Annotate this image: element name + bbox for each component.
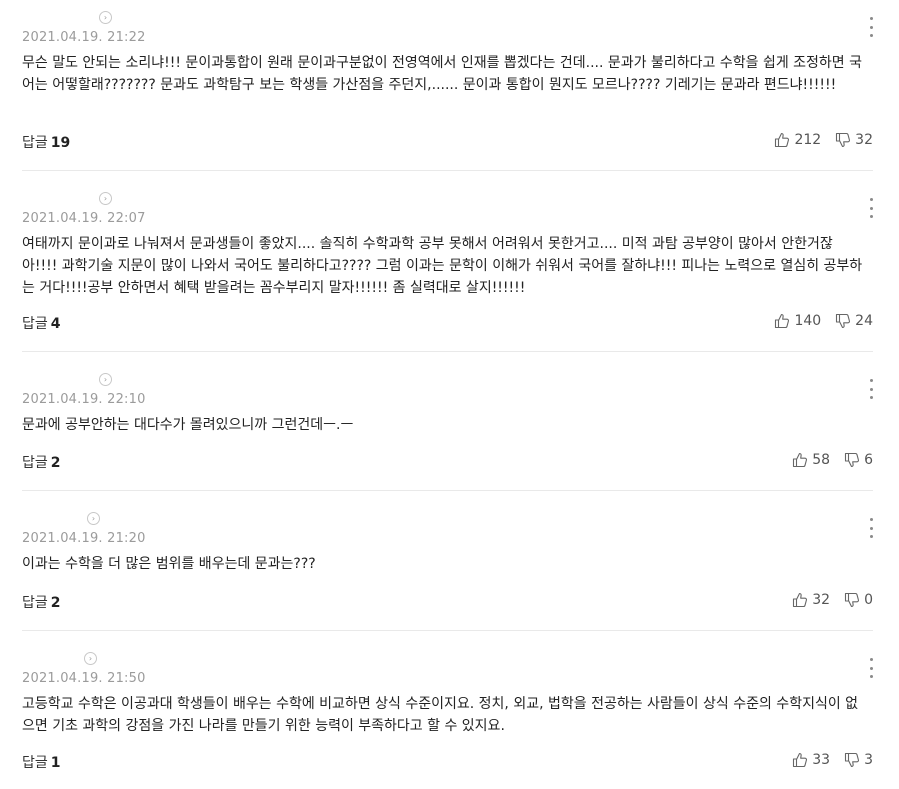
reply-label: 답글 bbox=[22, 455, 48, 471]
reply-label: 답글 bbox=[22, 316, 48, 332]
chevron-right-circle-icon[interactable]: › bbox=[84, 652, 97, 665]
thumbs-up-icon bbox=[775, 313, 790, 329]
reply-count: 2 bbox=[50, 455, 61, 471]
comment-date: 2021.04.19. 21:22 bbox=[22, 30, 146, 45]
comment-footer: 답글 19 212 32 bbox=[22, 132, 873, 152]
chevron-right-circle-icon[interactable]: › bbox=[99, 373, 112, 386]
dislike-button[interactable]: 0 bbox=[844, 592, 873, 608]
comment-footer: 답글 1 33 3 bbox=[22, 752, 873, 772]
thumbs-up-icon bbox=[793, 452, 808, 468]
dislike-count: 6 bbox=[864, 452, 873, 468]
vote-group: 212 32 bbox=[774, 132, 873, 148]
comment-date: 2021.04.19. 21:50 bbox=[22, 671, 146, 686]
thumbs-up-icon bbox=[793, 592, 808, 608]
comment-footer: 답글 2 58 6 bbox=[22, 452, 873, 472]
thumbs-down-icon bbox=[845, 452, 860, 468]
thumbs-up-icon bbox=[793, 752, 808, 768]
dislike-count: 24 bbox=[855, 313, 873, 329]
reply-button[interactable]: 답글 2 bbox=[22, 592, 61, 612]
more-options-icon[interactable] bbox=[867, 17, 875, 37]
like-button[interactable]: 58 bbox=[792, 452, 830, 468]
like-count: 58 bbox=[812, 452, 831, 468]
dislike-button[interactable]: 6 bbox=[844, 452, 873, 468]
comment-text: 문과에 공부안하는 대다수가 몰려있으니까 그런건데ㅡ.ㅡ bbox=[22, 417, 354, 433]
more-options-icon[interactable] bbox=[867, 379, 875, 399]
thumbs-down-icon bbox=[845, 592, 860, 608]
reply-label: 답글 bbox=[22, 135, 48, 151]
like-button[interactable]: 33 bbox=[792, 752, 830, 768]
comment-text: 여태까지 문이과로 나눠져서 문과생들이 좋았지.... 솔직히 수학과학 공부… bbox=[22, 236, 863, 296]
chevron-right-circle-icon[interactable]: › bbox=[87, 512, 100, 525]
divider bbox=[22, 630, 873, 631]
reply-button[interactable]: 답글 2 bbox=[22, 452, 61, 472]
dislike-count: 3 bbox=[864, 752, 873, 768]
comment-author[interactable]: › bbox=[22, 9, 122, 27]
like-button[interactable]: 212 bbox=[774, 132, 821, 148]
divider bbox=[22, 170, 873, 171]
comment-text: 무슨 말도 안되는 소리냐!!! 문이과통합이 원래 문이과구분없이 전영역에서… bbox=[22, 55, 862, 93]
more-options-icon[interactable] bbox=[867, 658, 875, 678]
vote-group: 58 6 bbox=[792, 452, 873, 468]
vote-group: 140 24 bbox=[774, 313, 873, 329]
more-options-icon[interactable] bbox=[867, 518, 875, 538]
divider bbox=[22, 351, 873, 352]
comment-author[interactable]: › bbox=[22, 190, 122, 208]
comment-author[interactable]: › bbox=[22, 371, 122, 389]
reply-button[interactable]: 답글 19 bbox=[22, 132, 70, 152]
comment-author[interactable]: › bbox=[22, 510, 122, 528]
comment-list: › 2021.04.19. 21:22 무슨 말도 안되는 소리냐!!! 문이과… bbox=[0, 0, 899, 789]
dislike-count: 0 bbox=[864, 592, 873, 608]
thumbs-down-icon bbox=[836, 132, 851, 148]
thumbs-down-icon bbox=[845, 752, 860, 768]
reply-button[interactable]: 답글 4 bbox=[22, 313, 61, 333]
comment-text: 이과는 수학을 더 많은 범위를 배우는데 문과는??? bbox=[22, 556, 316, 572]
more-options-icon[interactable] bbox=[867, 198, 875, 218]
dislike-button[interactable]: 24 bbox=[835, 313, 873, 329]
like-count: 212 bbox=[794, 132, 822, 148]
reply-button[interactable]: 답글 1 bbox=[22, 752, 61, 772]
vote-group: 32 0 bbox=[792, 592, 873, 608]
comment-footer: 답글 4 140 24 bbox=[22, 313, 873, 333]
thumbs-up-icon bbox=[775, 132, 790, 148]
dislike-count: 32 bbox=[855, 132, 873, 148]
comment-date: 2021.04.19. 22:10 bbox=[22, 392, 146, 407]
like-count: 33 bbox=[812, 752, 831, 768]
reply-label: 답글 bbox=[22, 595, 48, 611]
reply-count: 19 bbox=[50, 135, 71, 151]
thumbs-down-icon bbox=[836, 313, 851, 329]
reply-label: 답글 bbox=[22, 755, 48, 771]
comment-date: 2021.04.19. 21:20 bbox=[22, 531, 146, 546]
chevron-right-circle-icon[interactable]: › bbox=[99, 192, 112, 205]
vote-group: 33 3 bbox=[792, 752, 873, 768]
like-count: 32 bbox=[812, 592, 831, 608]
comment-text: 고등학교 수학은 이공과대 학생들이 배우는 수학에 비교하면 상식 수준이지요… bbox=[22, 696, 859, 734]
like-count: 140 bbox=[794, 313, 822, 329]
comment-author[interactable]: › bbox=[22, 650, 122, 668]
dislike-button[interactable]: 3 bbox=[844, 752, 873, 768]
like-button[interactable]: 140 bbox=[774, 313, 821, 329]
comment-date: 2021.04.19. 22:07 bbox=[22, 211, 146, 226]
dislike-button[interactable]: 32 bbox=[835, 132, 873, 148]
reply-count: 2 bbox=[50, 595, 61, 611]
reply-count: 4 bbox=[50, 316, 61, 332]
chevron-right-circle-icon[interactable]: › bbox=[99, 11, 112, 24]
comment-footer: 답글 2 32 0 bbox=[22, 592, 873, 612]
reply-count: 1 bbox=[50, 755, 61, 771]
divider bbox=[22, 490, 873, 491]
like-button[interactable]: 32 bbox=[792, 592, 830, 608]
